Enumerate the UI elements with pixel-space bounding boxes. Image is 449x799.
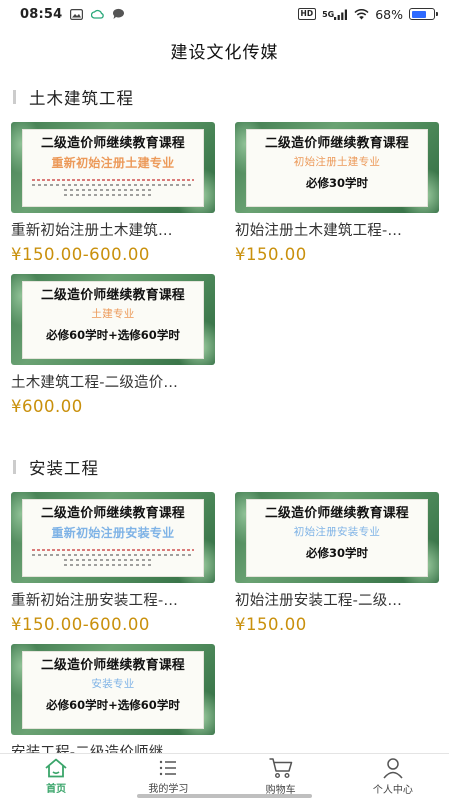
product-price: ¥150.00-600.00 bbox=[11, 245, 150, 264]
tab-home[interactable]: 首页 bbox=[0, 754, 112, 799]
person-icon bbox=[383, 758, 403, 779]
wifi-icon bbox=[354, 8, 369, 20]
product-name[interactable]: 重新初始注册土木建筑… bbox=[11, 219, 215, 240]
bottom-tab-bar: 首页 我的学习 购物车 个人中心 bbox=[0, 753, 449, 799]
product-name[interactable]: 初始注册土木建筑工程-… bbox=[235, 219, 439, 240]
thumbnail-subtitle: 重新初始注册安装专业 bbox=[51, 526, 175, 540]
section-marker bbox=[13, 460, 16, 474]
product-card[interactable]: 二级造价师继续教育课程 安装专业 必修60学时+选修60学时 安装工程-二级造价… bbox=[11, 644, 215, 753]
product-card[interactable]: 二级造价师继续教育课程 土建专业 必修60学时+选修60学时 土木建筑工程-二级… bbox=[11, 274, 215, 420]
thumbnail-note: 必修30学时 bbox=[305, 176, 368, 190]
course-thumbnail[interactable]: 二级造价师继续教育课程 土建专业 必修60学时+选修60学时 bbox=[11, 274, 215, 365]
list-icon bbox=[160, 760, 177, 776]
section-title: 土木建筑工程 bbox=[29, 89, 134, 108]
thumbnail-title: 二级造价师继续教育课程 bbox=[40, 658, 186, 673]
product-grid-installation: 二级造价师继续教育课程 重新初始注册安装专业 重新初始注册安装工程-… ¥150… bbox=[0, 492, 449, 753]
home-icon bbox=[45, 758, 67, 778]
thumbnail-subtitle: 初始注册土建专业 bbox=[293, 156, 381, 168]
battery-level-fill bbox=[411, 10, 426, 18]
section-marker bbox=[13, 90, 16, 104]
section-header-civil: 土木建筑工程 bbox=[0, 72, 449, 122]
thumbnail-title: 二级造价师继续教育课程 bbox=[264, 506, 410, 521]
thumbnail-title: 二级造价师继续教育课程 bbox=[40, 136, 186, 151]
product-name[interactable]: 土木建筑工程-二级造价… bbox=[11, 371, 215, 392]
thumbnail-note: 必修60学时+选修60学时 bbox=[46, 328, 180, 342]
thumbnail-note: 必修60学时+选修60学时 bbox=[46, 698, 180, 712]
product-price: ¥150.00 bbox=[235, 245, 307, 264]
thumbnail-subtitle: 重新初始注册土建专业 bbox=[51, 156, 175, 170]
cart-icon bbox=[269, 758, 292, 779]
thumbnail-title: 二级造价师继续教育课程 bbox=[264, 136, 410, 151]
product-name[interactable]: 安装工程-二级造价师继… bbox=[11, 741, 215, 753]
product-price: ¥150.00-600.00 bbox=[11, 615, 150, 634]
product-card[interactable]: 二级造价师继续教育课程 重新初始注册土建专业 重新初始注册土木建筑… ¥150.… bbox=[11, 122, 215, 268]
thumbnail-subtitle: 安装专业 bbox=[91, 678, 135, 690]
product-price: ¥150.00 bbox=[235, 615, 307, 634]
course-thumbnail[interactable]: 二级造价师继续教育课程 安装专业 必修60学时+选修60学时 bbox=[11, 644, 215, 735]
product-name[interactable]: 重新初始注册安装工程-… bbox=[11, 589, 215, 610]
tab-label: 我的学习 bbox=[148, 784, 189, 795]
battery-icon bbox=[409, 8, 438, 20]
tab-profile[interactable]: 个人中心 bbox=[337, 754, 449, 799]
thumbnail-fine-print bbox=[32, 176, 194, 199]
tab-my-learning[interactable]: 我的学习 bbox=[112, 754, 224, 799]
product-card[interactable]: 二级造价师继续教育课程 初始注册土建专业 必修30学时 初始注册土木建筑工程-…… bbox=[235, 122, 439, 268]
course-thumbnail[interactable]: 二级造价师继续教育课程 重新初始注册土建专业 bbox=[11, 122, 215, 213]
thumbnail-note: 必修30学时 bbox=[305, 546, 368, 560]
clock: 08:54 bbox=[20, 6, 63, 22]
network-type-label: 5G bbox=[322, 9, 335, 19]
hd-indicator: HD bbox=[297, 8, 317, 20]
thumbnail-fine-print bbox=[32, 546, 194, 569]
product-price: ¥600.00 bbox=[11, 397, 83, 416]
image-notification-icon bbox=[70, 8, 84, 20]
product-card[interactable]: 二级造价师继续教育课程 初始注册安装专业 必修30学时 初始注册安装工程-二级…… bbox=[235, 492, 439, 638]
tab-label: 首页 bbox=[46, 784, 67, 795]
home-indicator[interactable] bbox=[137, 794, 312, 798]
product-grid-civil: 二级造价师继续教育课程 重新初始注册土建专业 重新初始注册土木建筑… ¥150.… bbox=[0, 122, 449, 420]
thumbnail-title: 二级造价师继续教育课程 bbox=[40, 506, 186, 521]
page-title: 建设文化传媒 bbox=[170, 42, 279, 63]
course-thumbnail[interactable]: 二级造价师继续教育课程 初始注册安装专业 必修30学时 bbox=[235, 492, 439, 583]
course-thumbnail[interactable]: 二级造价师继续教育课程 重新初始注册安装专业 bbox=[11, 492, 215, 583]
product-card[interactable]: 二级造价师继续教育课程 重新初始注册安装专业 重新初始注册安装工程-… ¥150… bbox=[11, 492, 215, 638]
cellular-signal-icon: 5G bbox=[322, 9, 348, 20]
cloud-notification-icon bbox=[91, 9, 105, 19]
section-title: 安装工程 bbox=[29, 459, 99, 478]
course-thumbnail[interactable]: 二级造价师继续教育课程 初始注册土建专业 必修30学时 bbox=[235, 122, 439, 213]
tab-label: 个人中心 bbox=[372, 785, 413, 796]
thumbnail-subtitle: 土建专业 bbox=[91, 308, 135, 320]
tab-cart[interactable]: 购物车 bbox=[225, 754, 337, 799]
course-list[interactable]: 土木建筑工程 二级造价师继续教育课程 重新初始注册土建专业 重新初始注册土木建筑… bbox=[0, 72, 449, 753]
thumbnail-subtitle: 初始注册安装专业 bbox=[293, 526, 381, 538]
status-bar: 08:54 HD 5G 68% bbox=[0, 0, 449, 28]
message-notification-icon bbox=[112, 8, 125, 20]
product-name[interactable]: 初始注册安装工程-二级… bbox=[235, 589, 439, 610]
battery-percent: 68% bbox=[375, 6, 403, 22]
section-header-installation: 安装工程 bbox=[0, 442, 449, 492]
thumbnail-title: 二级造价师继续教育课程 bbox=[40, 288, 186, 303]
app-header: 建设文化传媒 bbox=[0, 28, 449, 72]
